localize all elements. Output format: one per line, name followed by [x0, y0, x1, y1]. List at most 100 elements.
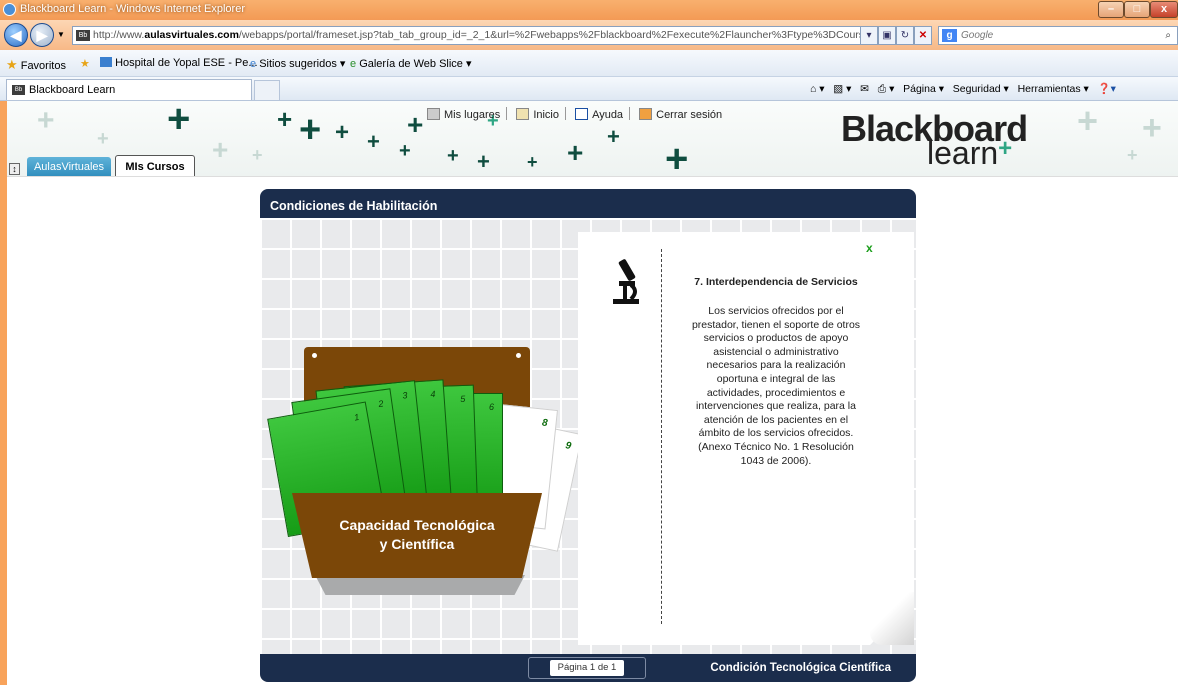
mail-icon[interactable]: ✉: [860, 83, 869, 95]
sheet-line: asistencial o administrativo: [713, 345, 839, 358]
url-path: /webapps/portal/frameset.jsp?tab_tab_gro…: [238, 29, 880, 41]
decorative-plus-icon: +: [447, 145, 459, 167]
link-label: Mis lugares: [444, 109, 501, 121]
sheet-line: actividades, procedimientos e: [706, 386, 846, 399]
decorative-plus-icon: +: [97, 128, 109, 150]
tab-aulasvirtuales[interactable]: AulasVirtuales: [27, 157, 111, 176]
sheet-line: servicios o productos de apoyo: [703, 332, 849, 345]
browser-window: Blackboard Learn - Windows Internet Expl…: [0, 0, 1178, 685]
favorites-button[interactable]: ★ Favoritos: [6, 57, 66, 73]
tab-mis-cursos[interactable]: MIs Cursos: [115, 155, 195, 176]
card-number: 9: [564, 440, 573, 453]
security-menu[interactable]: Seguridad ▾: [953, 83, 1009, 95]
sheet-line: Los servicios ofrecidos por el: [708, 305, 844, 317]
stop-button[interactable]: ✕: [914, 26, 932, 45]
tab-blackboard-learn[interactable]: Bb Blackboard Learn: [6, 79, 252, 100]
mis-lugares-link[interactable]: Mis lugares: [427, 108, 501, 121]
sheet-line: 1043 de 2006).: [740, 454, 812, 467]
close-window-button[interactable]: x: [1150, 1, 1178, 18]
person-icon: [427, 108, 440, 120]
learn-logo-text: learn: [927, 135, 999, 171]
blackboard-header: + + + + + + + + + + + + + + + + + + + + …: [7, 101, 1178, 177]
star-icon: ★: [6, 57, 18, 72]
header-links: Mis lugares Inicio Ayuda Cerrar sesión: [427, 107, 722, 121]
site-favicon: Bb: [76, 30, 90, 41]
help-icon: [575, 108, 589, 120]
favorite-label: Hospital de Yopal ESE - Pe...: [115, 57, 258, 69]
panel-title: Condiciones de Habilitación: [260, 189, 916, 218]
activity-panel: Condiciones de Habilitación 9 8 6 5 4 3 …: [260, 189, 916, 682]
decorative-plus-icon: +: [477, 149, 490, 174]
card-number: 6: [488, 402, 494, 412]
favorite-link-webslice[interactable]: e Galería de Web Slice ▾: [350, 57, 472, 70]
sheet-body: Los servicios ofrecidos por el prestador…: [678, 305, 874, 468]
decorative-plus-icon: +: [1127, 145, 1138, 165]
card-number: 4: [430, 388, 436, 400]
link-label: Ayuda: [592, 109, 624, 121]
decorative-plus-icon: +: [367, 129, 380, 154]
tools-menu[interactable]: Herramientas ▾: [1018, 83, 1089, 95]
decorative-plus-icon: +: [399, 140, 411, 162]
microscope-icon: [613, 259, 639, 304]
cerrar-sesion-link[interactable]: Cerrar sesión: [639, 108, 722, 121]
feeds-icon[interactable]: ▧ ▾: [833, 83, 851, 95]
title-bar: Blackboard Learn - Windows Internet Expl…: [0, 0, 1178, 20]
search-icon[interactable]: ⌕: [1165, 27, 1171, 44]
card-number: 3: [401, 390, 408, 401]
favorite-label: Galería de Web Slice ▾: [359, 58, 472, 70]
refresh-button[interactable]: ↻: [896, 26, 914, 45]
decorative-plus-icon: +: [407, 109, 424, 140]
minimize-button[interactable]: –: [1098, 1, 1124, 18]
address-dropdown-button[interactable]: ▾: [860, 26, 878, 45]
ie-icon: [3, 3, 16, 16]
box-label: Capacidad Tecnológica y Científica: [292, 516, 542, 554]
ie-small-icon: e: [250, 58, 257, 70]
search-placeholder: Google: [961, 30, 994, 41]
decorative-plus-icon: +: [1077, 101, 1099, 141]
add-favorite-icon[interactable]: ★: [80, 57, 90, 70]
favorite-link-hospital[interactable]: Hospital de Yopal ESE - Pe...: [100, 57, 258, 69]
logo-plus-icon: +: [998, 135, 1013, 162]
url-prefix: http://www.: [93, 29, 145, 41]
sheet-title: 7. Interdependencia de Servicios: [694, 276, 858, 288]
search-input[interactable]: g Google ⌕: [938, 26, 1178, 45]
forward-button[interactable]: ▶: [30, 23, 54, 47]
favorite-label: Sitios sugeridos ▾: [259, 58, 346, 70]
address-input[interactable]: Bb http://www.aulasvirtuales.com/webapps…: [72, 26, 880, 45]
google-icon: g: [942, 29, 957, 42]
tab-bar: Bb Blackboard Learn ⌂ ▾ ▧ ▾ ✉ ⎙ ▾ Página…: [0, 77, 1178, 101]
help-icon[interactable]: ❓▾: [1098, 83, 1116, 95]
back-button[interactable]: ◀: [4, 23, 28, 47]
learn-logo: learn+: [927, 135, 1012, 172]
card-number: 8: [541, 417, 549, 430]
ayuda-link[interactable]: Ayuda: [575, 108, 624, 121]
new-tab-button[interactable]: [254, 80, 280, 100]
favorite-link-sitios[interactable]: e Sitios sugeridos ▾: [250, 57, 345, 70]
command-bar: ⌂ ▾ ▧ ▾ ✉ ⎙ ▾ Página ▾ Seguridad ▾ Herra…: [810, 82, 1116, 96]
page-menu[interactable]: Página ▾: [903, 83, 944, 95]
window-title: Blackboard Learn - Windows Internet Expl…: [20, 3, 245, 15]
inicio-link[interactable]: Inicio: [516, 108, 559, 121]
print-icon[interactable]: ⎙ ▾: [878, 83, 895, 95]
sheet-line: atención de los pacientes en el: [703, 413, 849, 426]
maximize-button[interactable]: □: [1124, 1, 1150, 18]
sheet-line: necesarios para la realización: [706, 359, 846, 372]
history-dropdown-icon[interactable]: ▼: [57, 30, 65, 39]
decorative-plus-icon: +: [1142, 109, 1162, 147]
sheet-line: ámbito de los servicios ofrecidos.: [698, 427, 854, 440]
collapse-toggle[interactable]: ↕: [9, 163, 20, 175]
sheet-divider: [661, 249, 662, 624]
sheet-line: prestador, tienen el soporte de otros: [691, 318, 861, 331]
decorative-plus-icon: +: [277, 104, 293, 134]
webslice-icon: e: [350, 58, 357, 70]
close-sheet-button[interactable]: x: [866, 241, 873, 255]
decorative-plus-icon: +: [335, 119, 350, 146]
sheet-line: (Anexo Técnico No. 1 Resolución: [698, 440, 854, 453]
box-label-line2: y Científica: [379, 536, 455, 552]
favorites-bar: ★ Favoritos ★ Hospital de Yopal ESE - Pe…: [0, 50, 1178, 77]
decorative-plus-icon: +: [299, 109, 322, 151]
compat-view-button[interactable]: ▣: [878, 26, 896, 45]
decorative-plus-icon: +: [252, 145, 263, 165]
home-icon[interactable]: ⌂ ▾: [810, 83, 825, 95]
nail-icon: [312, 353, 317, 358]
